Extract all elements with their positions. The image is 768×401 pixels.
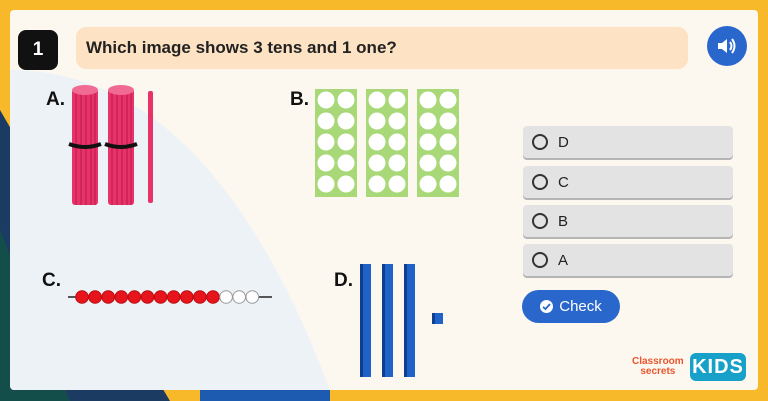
bead-red <box>75 290 89 304</box>
tens-frame-counter <box>337 133 355 151</box>
option-b-tens-frames <box>315 89 459 197</box>
tens-frame-counter <box>388 91 406 109</box>
one-cube <box>432 313 443 324</box>
option-a-straws <box>68 85 153 205</box>
tens-frame-counter <box>419 133 437 151</box>
audio-button[interactable] <box>707 26 747 66</box>
option-c-bead-string <box>68 290 272 304</box>
straw-bundle-2 <box>104 85 138 205</box>
tens-frame-1 <box>315 89 357 197</box>
bead-red <box>114 290 129 304</box>
tens-frame-counter <box>317 133 335 151</box>
tens-frame-counter <box>368 133 386 151</box>
tens-frame-counter <box>388 133 406 151</box>
tens-frame-counter <box>419 112 437 130</box>
tens-frame-counter <box>439 175 457 193</box>
kids-logo: KIDS <box>690 353 746 381</box>
tens-frame-3 <box>417 89 459 197</box>
tens-frame-counter <box>419 175 437 193</box>
bead-red <box>88 290 102 304</box>
radio-empty-icon[interactable] <box>532 213 548 229</box>
answer-choice-a[interactable]: A <box>523 244 733 276</box>
page-frame: 1 Which image shows 3 tens and 1 one? A. <box>0 0 768 401</box>
bead-white <box>245 290 260 304</box>
bead-red <box>206 290 220 304</box>
tens-frame-counter <box>368 175 386 193</box>
radio-empty-icon[interactable] <box>532 252 548 268</box>
logo-line-2: secrets <box>640 366 676 377</box>
answer-label: D <box>558 133 569 151</box>
bead-red <box>166 290 181 304</box>
option-c-label: C. <box>42 270 61 291</box>
bead-red <box>101 290 116 304</box>
option-a-label: A. <box>46 89 65 110</box>
answer-label: B <box>558 212 569 230</box>
tens-frame-counter <box>439 91 457 109</box>
speaker-icon <box>718 38 736 54</box>
tens-frame-counter <box>439 154 457 172</box>
answer-choice-d[interactable]: D <box>523 126 733 158</box>
ten-rod-1 <box>360 264 371 377</box>
ten-rod-2 <box>382 264 393 377</box>
tens-frame-counter <box>337 154 355 172</box>
bead-red <box>140 290 155 304</box>
tens-frame-counter <box>368 112 386 130</box>
radio-empty-icon[interactable] <box>532 134 548 150</box>
tens-frame-counter <box>368 91 386 109</box>
tens-frame-counter <box>337 112 355 130</box>
option-b-label: B. <box>290 89 309 110</box>
classroom-secrets-logo: Classroom secrets <box>632 357 684 377</box>
bead-red <box>180 290 194 304</box>
tens-frame-counter <box>368 154 386 172</box>
tens-frame-counter <box>317 91 335 109</box>
bead-white <box>232 290 246 304</box>
tens-frame-counter <box>419 91 437 109</box>
single-straw <box>148 91 153 203</box>
bead-red <box>193 290 207 304</box>
answer-label: A <box>558 251 569 269</box>
check-button[interactable]: Check <box>522 290 620 323</box>
answer-choice-b[interactable]: B <box>523 205 733 237</box>
tens-frame-2 <box>366 89 408 197</box>
tens-frame-counter <box>419 154 437 172</box>
question-bar: Which image shows 3 tens and 1 one? <box>76 27 688 69</box>
radio-empty-icon[interactable] <box>532 174 548 190</box>
tens-frame-counter <box>317 175 335 193</box>
check-circle-icon <box>540 300 554 313</box>
answer-label: C <box>558 173 569 191</box>
tens-frame-counter <box>388 154 406 172</box>
tens-frame-counter <box>317 154 335 172</box>
question-number: 1 <box>18 30 58 70</box>
tens-frame-counter <box>439 133 457 151</box>
option-d-base-ten-blocks <box>360 264 443 377</box>
check-button-label: Check <box>559 298 602 315</box>
straw-bundle-1 <box>68 85 102 205</box>
bead-red <box>127 290 142 304</box>
tens-frame-counter <box>388 175 406 193</box>
bead-white <box>219 290 233 304</box>
tens-frame-counter <box>337 175 355 193</box>
tens-frame-counter <box>388 112 406 130</box>
option-d-label: D. <box>334 270 353 291</box>
tens-frame-counter <box>337 91 355 109</box>
tens-frame-counter <box>317 112 335 130</box>
bead-red <box>153 290 168 304</box>
tens-frame-counter <box>439 112 457 130</box>
ten-rod-3 <box>404 264 415 377</box>
answer-choice-c[interactable]: C <box>523 166 733 198</box>
question-text: Which image shows 3 tens and 1 one? <box>86 38 397 57</box>
